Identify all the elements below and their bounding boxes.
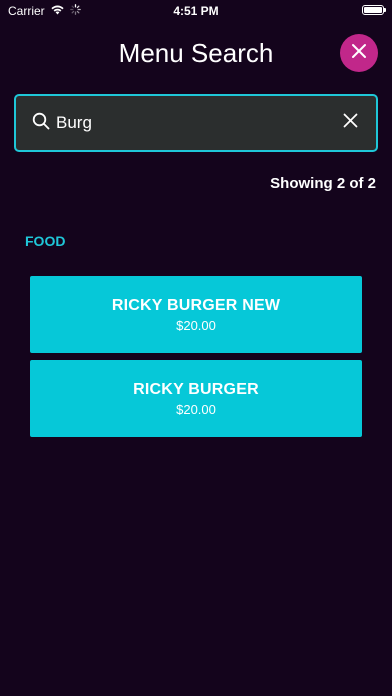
search-icon [32,112,50,135]
close-icon [351,43,367,64]
status-time: 4:51 PM [173,4,219,18]
result-list: RICKY BURGER NEW $20.00 RICKY BURGER $20… [30,276,362,444]
clear-search-button[interactable] [338,111,362,135]
close-button[interactable] [340,34,378,72]
menu-item-ricky-burger-new[interactable]: RICKY BURGER NEW $20.00 [30,276,362,353]
section-header-food: FOOD [25,233,66,249]
results-count: Showing 2 of 2 [270,175,376,192]
search-field[interactable] [14,94,378,152]
status-bar: Carrier 4:51 PM [0,0,392,22]
search-input[interactable] [56,113,338,133]
item-name: RICKY BURGER [133,380,259,398]
menu-item-ricky-burger[interactable]: RICKY BURGER $20.00 [30,360,362,437]
item-price: $20.00 [176,317,216,333]
clear-icon [343,113,358,133]
item-price: $20.00 [176,401,216,417]
item-name: RICKY BURGER NEW [111,296,281,314]
status-right [362,5,386,15]
battery-icon [362,5,386,15]
page-title: Menu Search [118,38,274,68]
